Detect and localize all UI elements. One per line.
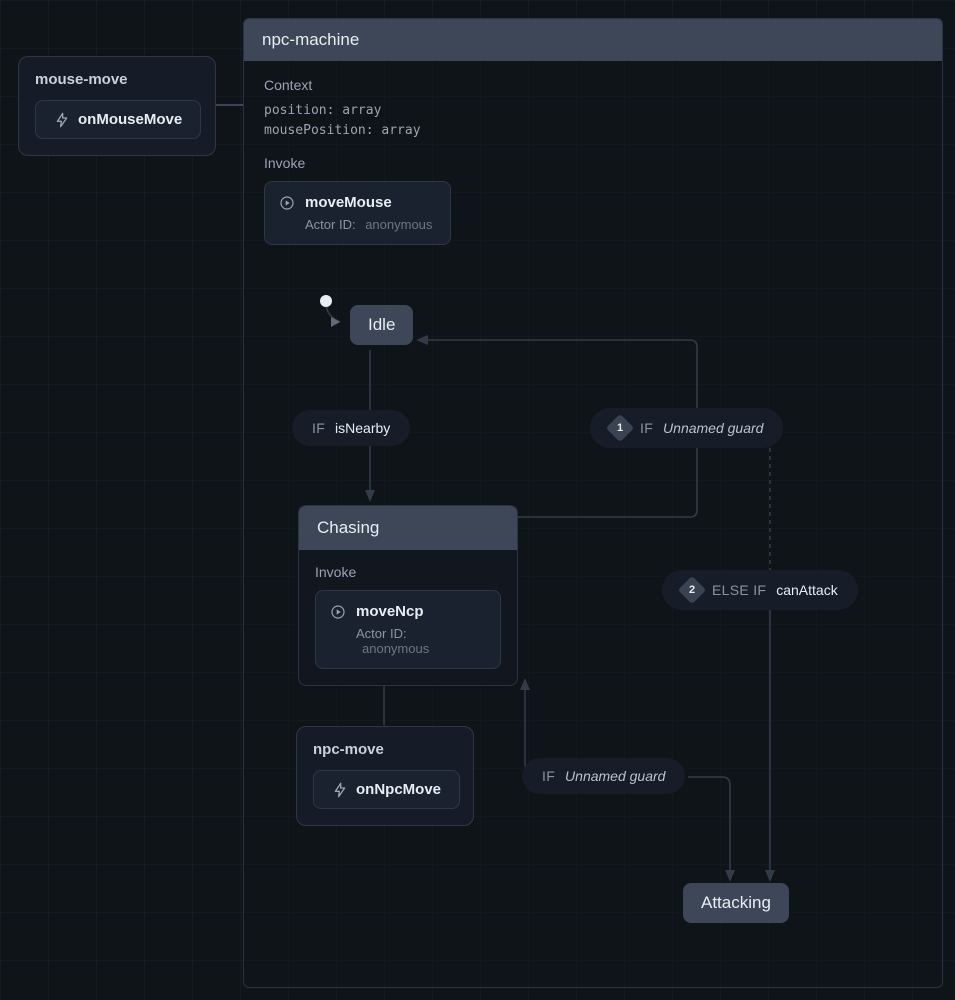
guard-index-badge: 1 (606, 414, 634, 442)
state-attacking[interactable]: Attacking (683, 883, 789, 923)
play-circle-icon (279, 195, 295, 211)
invoke-heading: Invoke (264, 155, 922, 171)
invoke-heading: Invoke (315, 564, 501, 580)
guard-name: canAttack (776, 582, 837, 598)
guard-keyword: IF (312, 420, 325, 436)
event-card-mouse-move[interactable]: mouse-move onMouseMove (18, 56, 216, 156)
guard-isnearby[interactable]: IF isNearby (292, 410, 410, 446)
invoke-section: Invoke moveMouse Actor ID: anonymous (244, 149, 942, 265)
context-heading: Context (264, 77, 922, 93)
context-entry: mousePosition: array (264, 121, 922, 141)
invoke-name: moveNcp (356, 603, 424, 620)
invoke-card-movencp[interactable]: moveNcp Actor ID: anonymous (315, 590, 501, 669)
bolt-icon (54, 112, 70, 128)
event-card-npc-move[interactable]: npc-move onNpcMove (296, 726, 474, 826)
action-pill-onmousemove[interactable]: onMouseMove (35, 100, 201, 139)
guard-index-badge: 2 (678, 576, 706, 604)
actor-id-value: anonymous (365, 217, 432, 232)
play-circle-icon (330, 604, 346, 620)
state-chasing[interactable]: Chasing Invoke moveNcp Actor ID: anonymo… (298, 505, 518, 686)
invoke-card-movemouse[interactable]: moveMouse Actor ID: anonymous (264, 181, 451, 245)
action-label: onNpcMove (356, 781, 441, 798)
guard-canattack[interactable]: 2 ELSE IF canAttack (662, 570, 858, 610)
guard-keyword: ELSE IF (712, 582, 766, 598)
guard-name: Unnamed guard (565, 768, 665, 784)
actor-id-label: Actor ID: (305, 217, 356, 232)
bolt-icon (332, 782, 348, 798)
action-pill-onnpcmove[interactable]: onNpcMove (313, 770, 460, 809)
state-label: Idle (368, 315, 395, 334)
guard-keyword: IF (542, 768, 555, 784)
actor-id-value: anonymous (362, 641, 429, 656)
actor-id-label: Actor ID: (356, 626, 407, 641)
machine-title: npc-machine (244, 19, 942, 61)
event-title: npc-move (313, 741, 457, 758)
machine-panel[interactable]: npc-machine Context position: array mous… (243, 18, 943, 988)
state-label: Chasing (299, 506, 517, 550)
context-entry: position: array (264, 101, 922, 121)
guard-name: Unnamed guard (663, 420, 763, 436)
guard-name: isNearby (335, 420, 390, 436)
state-idle[interactable]: Idle (350, 305, 413, 345)
invoke-name: moveMouse (305, 194, 392, 211)
guard-keyword: IF (640, 420, 653, 436)
guard-unnamed-2[interactable]: IF Unnamed guard (522, 758, 685, 794)
event-title: mouse-move (35, 71, 199, 88)
action-label: onMouseMove (78, 111, 182, 128)
state-label: Attacking (701, 893, 771, 912)
context-section: Context position: array mousePosition: a… (244, 61, 942, 149)
guard-unnamed-1[interactable]: 1 IF Unnamed guard (590, 408, 783, 448)
initial-state-dot (320, 295, 332, 307)
